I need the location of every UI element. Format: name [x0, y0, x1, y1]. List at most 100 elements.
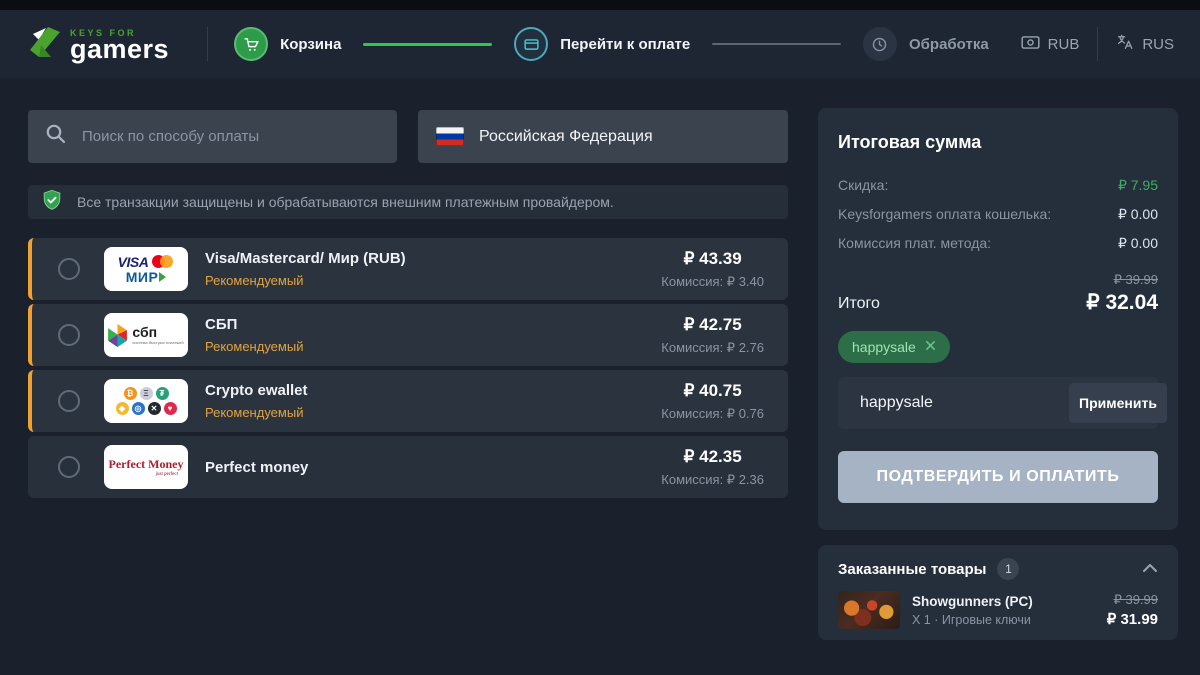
payment-method-name: Visa/Mastercard/ Мир (RUB) [205, 250, 406, 267]
payment-method-crypto[interactable]: ₿ Ξ ₮ ◆ ◎ ✕ ♥ Crypto ewallet Рекомендуем… [28, 370, 788, 432]
game-thumbnail [838, 591, 900, 629]
logo-k-icon [26, 24, 62, 65]
step-cart-label: Корзина [280, 36, 341, 53]
coin-icon: ◆ [116, 402, 129, 415]
header-divider [1097, 27, 1098, 61]
search-country-row: Российская Федерация [28, 110, 788, 163]
ordered-items-panel: Заказанные товары 1 Showgunners (PC) X 1… [818, 545, 1178, 640]
payment-price: ₽ 43.39 [684, 249, 742, 269]
radio-button[interactable] [58, 324, 80, 346]
promo-tag-label: happysale [852, 339, 916, 355]
security-notice-text: Все транзакции защищены и обрабатываются… [77, 194, 614, 210]
banknote-icon [1021, 35, 1040, 54]
sbp-logo: сбп система быстрых платежей [104, 313, 188, 357]
radio-button[interactable] [58, 456, 80, 478]
payment-method-sbp[interactable]: сбп система быстрых платежей СБП Рекомен… [28, 304, 788, 366]
promo-tag: happysale [838, 331, 950, 363]
russia-flag-icon [436, 127, 464, 146]
country-selector[interactable]: Российская Федерация [418, 110, 788, 163]
apply-promo-button[interactable]: Применить [1069, 383, 1167, 423]
perfect-money-caption: just perfect [156, 472, 178, 477]
ordered-items-title: Заказанные товары [838, 561, 986, 578]
security-banner: Все транзакции защищены и обрабатываются… [28, 185, 788, 219]
game-details: X 1 · Игровые ключи [912, 613, 1033, 627]
search-input[interactable] [80, 127, 381, 146]
mir-arrow-icon [159, 272, 166, 282]
summary-row-discount: Скидка: ₽ 7.95 [838, 177, 1158, 194]
items-count-badge: 1 [997, 558, 1019, 580]
crypto-coins-logo: ₿ Ξ ₮ ◆ ◎ ✕ ♥ [104, 379, 188, 423]
close-icon[interactable] [925, 338, 936, 356]
top-strip [0, 0, 1200, 10]
promo-code-box: Применить [838, 377, 1158, 429]
payment-methods-list: VISA МИР Visa/Mastercard/ Мир (RUB) Реко… [28, 238, 788, 498]
order-summary-panel: Итоговая сумма Скидка: ₽ 7.95 Keysforgam… [818, 108, 1178, 530]
visa-mastercard-mir-logo: VISA МИР [104, 247, 188, 291]
step-payment[interactable]: Перейти к оплате [514, 27, 690, 61]
payment-method-visa-mc-mir[interactable]: VISA МИР Visa/Mastercard/ Мир (RUB) Реко… [28, 238, 788, 300]
search-icon [44, 122, 68, 151]
cart-icon [234, 27, 268, 61]
step-payment-label: Перейти к оплате [560, 36, 690, 53]
promo-code-input[interactable] [858, 393, 1069, 413]
site-logo[interactable]: KEYS FOR gamers [26, 24, 169, 65]
header: KEYS FOR gamers Корзина Пере [0, 10, 1200, 78]
chevron-up-icon[interactable] [1142, 560, 1158, 578]
logo-gamers-text: gamers [70, 38, 169, 61]
payment-price: ₽ 40.75 [684, 381, 742, 401]
discount-value: ₽ 7.95 [1118, 177, 1158, 194]
summary-title: Итоговая сумма [838, 132, 1158, 153]
step-processing-label: Обработка [909, 36, 989, 53]
payment-method-name: Crypto ewallet [205, 382, 308, 399]
summary-label: Комиссия плат. метода: [838, 235, 991, 252]
country-name: Российская Федерация [479, 128, 653, 146]
item-old-price: ₽ 39.99 [1107, 592, 1158, 608]
step-progress-done [363, 43, 492, 46]
coin-icon: ◎ [132, 402, 145, 415]
payment-price: ₽ 42.35 [684, 447, 742, 467]
payment-search [28, 110, 397, 163]
perfect-money-logo: Perfect Money just perfect [104, 445, 188, 489]
confirm-pay-button[interactable]: ПОДТВЕРДИТЬ И ОПЛАТИТЬ [838, 451, 1158, 503]
total-label: Итого [838, 295, 880, 313]
step-processing: Обработка [863, 27, 989, 61]
sbp-wordmark: сбп [132, 325, 157, 339]
currency-label: RUB [1048, 36, 1080, 53]
shield-check-icon [41, 189, 63, 216]
card-icon [514, 27, 548, 61]
sbp-mark-icon [108, 324, 127, 347]
clock-icon [863, 27, 897, 61]
mastercard-circles-icon [152, 255, 174, 268]
fee-value: ₽ 0.00 [1118, 235, 1158, 252]
payment-method-name: Perfect money [205, 459, 308, 476]
summary-row-fee: Комиссия плат. метода: ₽ 0.00 [838, 235, 1158, 252]
payment-method-perfect-money[interactable]: Perfect Money just perfect Perfect money… [28, 436, 788, 498]
mir-wordmark: МИР [126, 269, 159, 285]
radio-button[interactable] [58, 258, 80, 280]
radio-button[interactable] [58, 390, 80, 412]
tether-icon: ₮ [156, 387, 169, 400]
header-controls: RUB RUS [1021, 27, 1174, 61]
language-selector[interactable]: RUS [1116, 33, 1174, 55]
ordered-items-header[interactable]: Заказанные товары 1 [838, 558, 1158, 580]
sbp-caption: система быстрых платежей [132, 340, 183, 345]
payment-fee: Комиссия: ₽ 2.36 [661, 472, 764, 488]
currency-selector[interactable]: RUB [1021, 35, 1080, 54]
recommended-label: Рекомендуемый [205, 405, 308, 420]
game-title: Showgunners (PC) [912, 594, 1033, 609]
language-label: RUS [1142, 36, 1174, 53]
recommended-label: Рекомендуемый [205, 273, 406, 288]
payment-fee: Комиссия: ₽ 0.76 [661, 406, 764, 422]
ethereum-icon: Ξ [140, 387, 153, 400]
coin-icon: ✕ [148, 402, 161, 415]
summary-row-wallet: Keysforgamers оплата кошелька: ₽ 0.00 [838, 206, 1158, 223]
summary-label: Keysforgamers оплата кошелька: [838, 206, 1051, 223]
step-cart[interactable]: Корзина [234, 27, 341, 61]
payment-fee: Комиссия: ₽ 2.76 [661, 340, 764, 356]
step-progress-pending [712, 43, 841, 45]
translate-icon [1116, 33, 1134, 55]
total-new-price: ₽ 32.04 [1086, 290, 1158, 315]
order-item: Showgunners (PC) X 1 · Игровые ключи ₽ 3… [838, 591, 1158, 629]
coin-icon: ♥ [164, 402, 177, 415]
perfect-money-wordmark: Perfect Money [109, 457, 184, 472]
